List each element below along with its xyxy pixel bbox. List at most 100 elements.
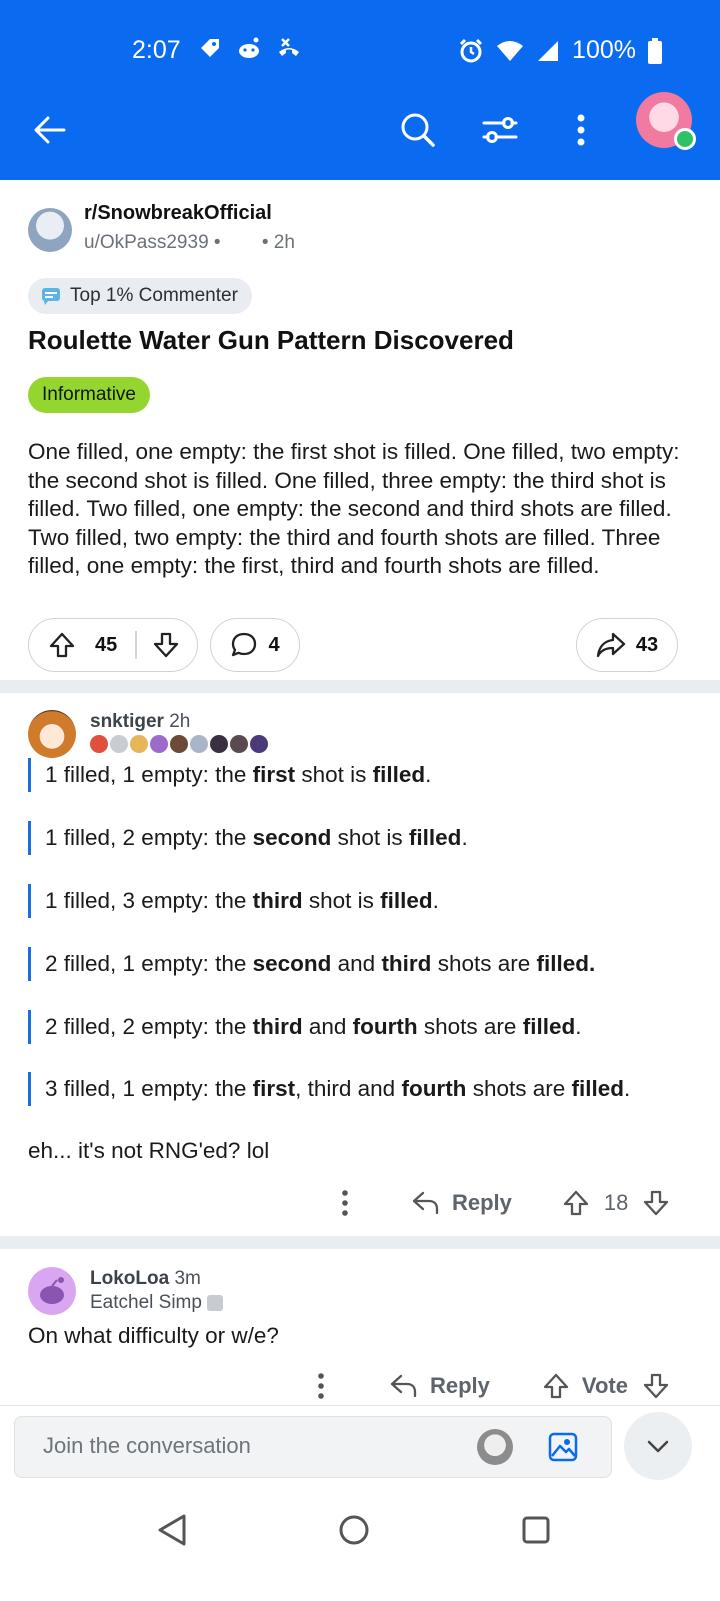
share-arrow-icon xyxy=(596,632,626,658)
comment-downvote-button[interactable] xyxy=(642,1372,670,1400)
comment-score: 18 xyxy=(603,1190,629,1215)
quote-text-segment: 1 filled, 2 empty: the xyxy=(45,825,253,850)
flair-emoji-icon xyxy=(130,735,148,753)
battery-percent: 100% xyxy=(572,36,636,64)
comment-count: 4 xyxy=(268,633,280,656)
search-button[interactable] xyxy=(390,102,446,158)
share-button[interactable]: 43 xyxy=(576,618,678,672)
section-divider xyxy=(0,680,720,693)
quote-line: 2 filled, 2 empty: the third and fourth … xyxy=(28,1010,581,1044)
missed-call-icon xyxy=(279,38,299,56)
comment-upvote-button[interactable] xyxy=(562,1189,590,1217)
comment-author[interactable]: snktiger xyxy=(90,711,164,732)
quote-text-segment: shot is xyxy=(295,762,373,787)
vote-bar: 45 xyxy=(28,618,198,672)
commenter-badge-icon xyxy=(42,288,60,305)
comment-author[interactable]: LokoLoa xyxy=(90,1268,169,1289)
flair-emoji-icon xyxy=(110,735,128,753)
comment-upvote-button[interactable] xyxy=(542,1372,570,1400)
bottom-area: Join the conversation xyxy=(0,1405,720,1601)
quote-text-segment: shots are xyxy=(417,1014,523,1039)
downvote-arrow-icon xyxy=(153,632,178,658)
system-nav-bar xyxy=(0,1506,720,1566)
post-author[interactable]: u/OkPass2939 xyxy=(84,232,209,253)
section-divider xyxy=(0,1236,720,1249)
quote-text-segment: fourth xyxy=(401,1076,467,1101)
quote-text-segment: . xyxy=(461,825,468,850)
add-image-button[interactable] xyxy=(547,1431,579,1469)
vote-label: Vote xyxy=(581,1373,628,1398)
overflow-menu-button[interactable] xyxy=(556,102,606,158)
downvote-button[interactable] xyxy=(137,631,195,659)
quote-text-segment: shot is xyxy=(331,825,409,850)
comment-body: eh... it's not RNG'ed? lol xyxy=(28,1138,270,1163)
flair-emoji-icon xyxy=(170,735,188,753)
comment-downvote-button[interactable] xyxy=(642,1189,670,1217)
upvote-arrow-icon xyxy=(563,1190,589,1216)
search-icon xyxy=(401,113,435,147)
quote-text-segment: filled xyxy=(408,825,462,850)
triangle-back-icon xyxy=(158,1514,186,1546)
upvote-button[interactable] xyxy=(29,631,95,659)
subreddit-name[interactable]: r/SnowbreakOfficial xyxy=(84,202,272,225)
reply-arrow-icon xyxy=(390,1374,417,1398)
quote-text-segment: third xyxy=(252,888,303,913)
signal-icon xyxy=(538,40,559,61)
nav-back-button[interactable] xyxy=(152,1510,192,1555)
quote-text-segment: filled xyxy=(522,1014,576,1039)
alarm-icon xyxy=(459,38,483,62)
back-arrow-icon xyxy=(34,116,66,144)
quote-text-segment: second xyxy=(252,825,332,850)
chevron-down-icon xyxy=(647,1440,669,1453)
nav-home-button[interactable] xyxy=(334,1510,374,1555)
user-avatar-button[interactable] xyxy=(636,92,696,150)
flair-emoji-icon xyxy=(190,735,208,753)
square-recents-icon xyxy=(522,1516,550,1544)
comment-header: LokoLoa 3m xyxy=(90,1268,201,1290)
status-bar: 2:07 100% xyxy=(0,30,720,70)
user-flair-label: Top 1% Commenter xyxy=(70,285,238,306)
comment-age: 2h xyxy=(169,711,191,732)
status-time: 2:07 xyxy=(132,36,181,64)
quote-text-segment: 2 filled, 1 empty: the xyxy=(45,951,253,976)
quote-text-segment: filled xyxy=(372,762,426,787)
comment-bubble-icon xyxy=(232,632,257,657)
subreddit-avatar[interactable] xyxy=(28,208,72,252)
back-button[interactable] xyxy=(22,102,78,158)
comment-actions: Reply 18 xyxy=(330,1183,670,1223)
composer-placeholder: Join the conversation xyxy=(43,1433,251,1458)
quote-text-segment: fourth xyxy=(352,1014,418,1039)
tag-notification-icon xyxy=(201,39,219,57)
post-flair-tag[interactable]: Informative xyxy=(28,377,150,413)
quote-text-segment: 3 filled, 1 empty: the xyxy=(45,1076,253,1101)
downvote-arrow-icon xyxy=(643,1373,669,1399)
reply-button[interactable]: Reply xyxy=(390,1373,490,1399)
quote-text-segment: shots are xyxy=(466,1076,572,1101)
gif-sticker-button[interactable] xyxy=(477,1429,513,1465)
comment-more-button[interactable] xyxy=(308,1373,334,1399)
upvote-arrow-icon xyxy=(49,632,75,658)
commenter-avatar[interactable] xyxy=(28,710,76,758)
app-bar xyxy=(0,92,720,172)
quote-line: 1 filled, 3 empty: the third shot is fil… xyxy=(28,884,439,918)
quote-line: 2 filled, 1 empty: the second and third … xyxy=(28,947,595,981)
comments-button[interactable]: 4 xyxy=(210,618,300,672)
commenter-avatar[interactable] xyxy=(28,1267,76,1315)
comment-composer-input[interactable]: Join the conversation xyxy=(14,1416,612,1478)
comment-more-button[interactable] xyxy=(330,1190,360,1216)
image-icon xyxy=(548,1432,578,1462)
quote-text-segment: . xyxy=(425,762,432,787)
quote-text-segment: filled xyxy=(571,1076,625,1101)
nav-recents-button[interactable] xyxy=(516,1510,556,1555)
reply-button[interactable]: Reply xyxy=(412,1190,512,1216)
quote-text-segment: . xyxy=(575,1014,582,1039)
quote-text-segment: and xyxy=(302,1014,353,1039)
sort-filter-button[interactable] xyxy=(472,102,528,158)
upvote-count: 45 xyxy=(95,633,118,656)
quote-text-segment: . xyxy=(624,1076,631,1101)
scroll-down-button[interactable] xyxy=(624,1412,692,1480)
post-body: One filled, one empty: the first shot is… xyxy=(28,439,680,578)
quote-text-segment: filled. xyxy=(536,951,596,976)
sliders-icon xyxy=(482,117,518,143)
quote-text-segment: first xyxy=(252,762,296,787)
